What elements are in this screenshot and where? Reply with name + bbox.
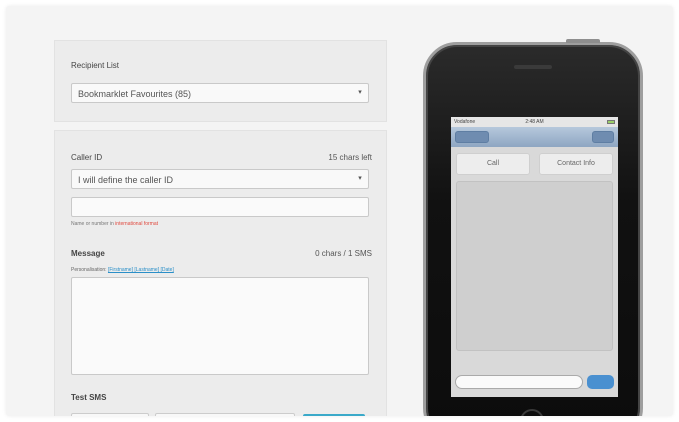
- phone-screen: Vodafone 2:48 AM Call Contact Info: [451, 117, 618, 397]
- recipient-list-value: Bookmarklet Favourites (85): [78, 89, 192, 99]
- phone-content-area: [456, 181, 613, 351]
- iphone-mockup: Vodafone 2:48 AM Call Contact Info: [423, 39, 643, 416]
- caller-id-hint: Name or number in international format: [71, 221, 158, 227]
- phone-tab-call[interactable]: Call: [456, 153, 530, 175]
- test-sms-send-button[interactable]: [303, 414, 365, 416]
- test-sms-label: Test SMS: [71, 393, 107, 402]
- caller-id-select[interactable]: I will define the caller ID ▾: [71, 169, 369, 189]
- caller-id-label: Caller ID: [71, 153, 103, 162]
- select-arrow-icon: ▾: [358, 175, 362, 182]
- phone-message-input[interactable]: [455, 375, 583, 389]
- home-button-icon[interactable]: [520, 409, 544, 416]
- phone-time: 2:48 AM: [525, 119, 544, 125]
- phone-power-button: [566, 39, 600, 43]
- caller-id-hint-text: Name or number in: [71, 221, 116, 227]
- phone-status-bar: Vodafone 2:48 AM: [451, 117, 618, 127]
- select-arrow-icon: ▾: [358, 89, 362, 96]
- carrier-label: Vodafone: [454, 119, 476, 125]
- caller-id-select-value: I will define the caller ID: [78, 175, 174, 185]
- test-sms-country-select[interactable]: [71, 413, 149, 416]
- message-textarea[interactable]: [71, 277, 369, 375]
- phone-speaker: [514, 65, 552, 69]
- battery-icon: [607, 120, 615, 124]
- recipient-list-select[interactable]: Bookmarklet Favourites (85) ▾: [71, 83, 369, 103]
- sms-form-panel: Caller ID 15 chars left I will define th…: [54, 130, 387, 416]
- test-sms-number-input[interactable]: [155, 413, 295, 416]
- recipient-list-label: Recipient List: [71, 61, 120, 70]
- personalisation-row: Personalisation: [Firstname] [Lastname] …: [71, 267, 174, 273]
- phone-nav-bar: [451, 127, 618, 147]
- phone-tab-contact-info[interactable]: Contact Info: [539, 153, 613, 175]
- screenshot-frame: Recipient List Bookmarklet Favourites (8…: [6, 6, 673, 416]
- message-counter: 0 chars / 1 SMS: [315, 249, 372, 258]
- recipient-panel: Recipient List Bookmarklet Favourites (8…: [54, 40, 387, 122]
- international-format-link[interactable]: international format: [115, 221, 158, 227]
- caller-id-input[interactable]: [71, 197, 369, 217]
- message-label: Message: [71, 249, 105, 258]
- personalisation-links[interactable]: [Firstname] [Lastname] [Date]: [108, 267, 174, 273]
- phone-action-button[interactable]: [592, 131, 614, 143]
- personalisation-label: Personalisation:: [71, 267, 108, 273]
- caller-id-chars-left: 15 chars left: [328, 153, 372, 162]
- phone-send-button[interactable]: [587, 375, 614, 389]
- phone-back-button[interactable]: [455, 131, 489, 143]
